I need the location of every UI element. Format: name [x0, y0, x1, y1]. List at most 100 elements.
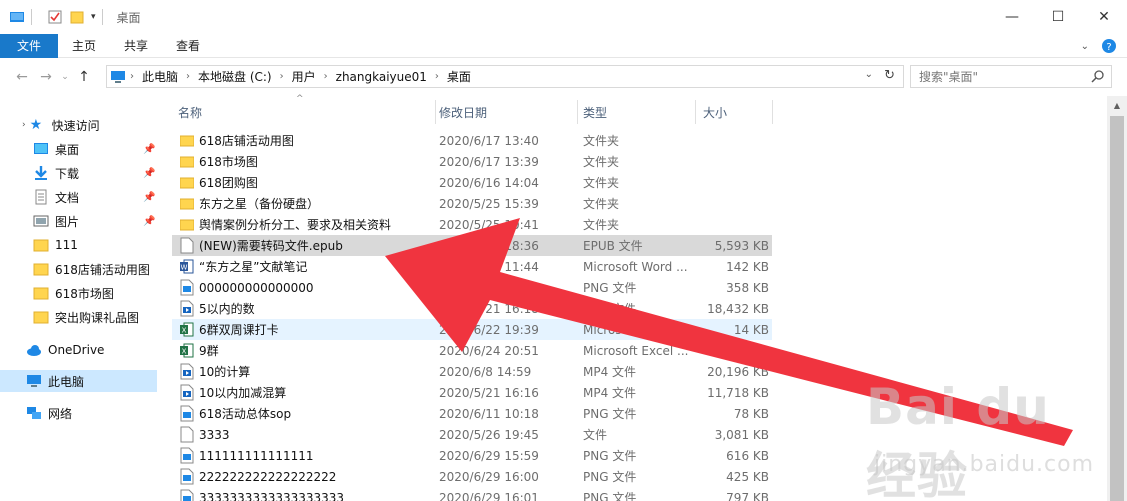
breadcrumb-desktop[interactable]: 桌面: [447, 68, 471, 85]
pin-icon[interactable]: 📌: [143, 216, 155, 227]
close-button[interactable]: ✕: [1081, 0, 1127, 34]
table-row[interactable]: 10的计算 2020/6/8 14:59 MP4 文件 20,196 KB: [172, 361, 772, 382]
breadcrumb-local-disk[interactable]: 本地磁盘 (C:): [198, 68, 272, 85]
nav-item-downloads[interactable]: 下载 📌: [33, 162, 155, 184]
file-name: 9群: [199, 344, 219, 358]
column-divider[interactable]: [577, 100, 578, 124]
scroll-up-icon[interactable]: ▲: [1107, 96, 1127, 114]
address-bar[interactable]: › 此电脑 › 本地磁盘 (C:) › 用户 › zhangkaiyue01 ›…: [106, 65, 904, 88]
up-icon[interactable]: ↑: [72, 69, 96, 85]
table-row[interactable]: 111111111111111 2020/6/29 15:59 PNG 文件 616 …: [172, 445, 772, 466]
scrollbar-thumb[interactable]: [1110, 116, 1124, 501]
nav-item-desktop[interactable]: 桌面 📌: [33, 138, 155, 160]
expand-chevron-icon[interactable]: ›: [22, 120, 26, 130]
file-type: Microsoft Excel ...: [583, 343, 689, 358]
tab-share[interactable]: 共享: [110, 34, 162, 58]
table-row[interactable]: 3333 2020/5/26 19:45 文件 3,081 KB: [172, 424, 772, 445]
search-icon[interactable]: [1091, 69, 1105, 83]
file-name: 6群双周课打卡: [199, 323, 279, 337]
pin-icon[interactable]: 📌: [143, 144, 155, 155]
breadcrumb-chevron-icon[interactable]: ›: [280, 71, 284, 82]
column-header-size[interactable]: 大小: [703, 96, 727, 128]
table-row[interactable]: 东方之星（备份硬盘） 2020/5/25 15:39 文件夹: [172, 193, 772, 214]
nav-onedrive-label: OneDrive: [48, 343, 105, 357]
nav-onedrive[interactable]: OneDrive: [22, 339, 104, 361]
folder-icon: [179, 153, 195, 170]
search-input[interactable]: 搜索"桌面": [910, 65, 1112, 88]
title-bar: ▾ 桌面 — ☐ ✕: [0, 0, 1127, 34]
tab-home[interactable]: 主页: [58, 34, 110, 58]
watermark-text: Bai du 经验: [866, 378, 1050, 501]
table-row[interactable]: 舆情案例分析分工、要求及相关资料 2020/5/25 10:41 文件夹: [172, 214, 772, 235]
table-row[interactable]: 618市场图 2020/6/17 13:39 文件夹: [172, 151, 772, 172]
image-file-icon: [180, 405, 194, 422]
expand-ribbon-icon[interactable]: ⌄: [1081, 41, 1089, 52]
breadcrumb-chevron-icon[interactable]: ›: [435, 71, 439, 82]
nav-item-folder-618-market[interactable]: 618市场图: [33, 282, 114, 304]
file-type: 文件夹: [583, 155, 620, 169]
nav-item-folder-111[interactable]: 111: [33, 234, 78, 256]
customize-quick-access-icon[interactable]: ▾: [91, 12, 96, 22]
recent-locations-icon[interactable]: ⌄: [58, 72, 72, 82]
tab-view[interactable]: 查看: [162, 34, 214, 58]
pin-icon[interactable]: 📌: [143, 168, 155, 179]
network-icon: [27, 407, 41, 419]
table-row[interactable]: W “东方之星”文献笔记 2020/5/25 11:44 Microsoft Word…: [172, 256, 772, 277]
properties-icon[interactable]: [47, 9, 63, 25]
back-icon[interactable]: ←: [10, 69, 34, 85]
new-folder-icon[interactable]: [69, 9, 85, 25]
minimize-button[interactable]: —: [989, 0, 1035, 34]
breadcrumb-chevron-icon[interactable]: ›: [130, 71, 134, 82]
table-row[interactable]: 618团购图 2020/6/16 14:04 文件夹: [172, 172, 772, 193]
nav-this-pc[interactable]: 此电脑: [0, 370, 157, 392]
breadcrumb-this-pc[interactable]: 此电脑: [142, 68, 178, 85]
column-divider[interactable]: [435, 100, 436, 124]
table-row[interactable]: 000000000000000 2020/6/29 16:01 PNG 文件 358 …: [172, 277, 772, 298]
nav-network[interactable]: 网络: [22, 402, 72, 424]
nav-item-folder-gifts[interactable]: 突出购课礼品图: [33, 306, 139, 328]
pictures-icon: [33, 215, 49, 227]
svg-text:X: X: [182, 327, 187, 335]
table-row[interactable]: 3333333333333333333 2020/6/29 16:01 PNG 文件…: [172, 487, 772, 501]
table-row[interactable]: 10以内加减混算 2020/5/21 16:16 MP4 文件 11,718 KB: [172, 382, 772, 403]
table-row[interactable]: 618店铺活动用图 2020/6/17 13:40 文件夹: [172, 130, 772, 151]
nav-item-label: 111: [55, 238, 78, 252]
file-size: 5,593 KB: [714, 238, 769, 253]
file-name: 舆情案例分析分工、要求及相关资料: [199, 218, 392, 232]
table-row[interactable]: X 6群双周课打卡 2020/6/22 19:39 Microsoft Excel .…: [172, 319, 772, 340]
maximize-button[interactable]: ☐: [1035, 0, 1081, 34]
breadcrumb-chevron-icon[interactable]: ›: [324, 71, 328, 82]
file-date: 2020/5/26 19:45: [439, 427, 539, 442]
vertical-scrollbar[interactable]: ▲: [1107, 96, 1127, 501]
nav-item-label: 突出购课礼品图: [55, 310, 140, 325]
table-row[interactable]: (NEW)需要转码文件.epub 2020/5/29 18:36 EPUB 文件 5,…: [172, 235, 772, 256]
table-row[interactable]: 222222222222222222 2020/6/29 16:00 PNG 文件 4…: [172, 466, 772, 487]
help-icon[interactable]: ?: [1101, 38, 1117, 54]
refresh-icon[interactable]: ↻: [884, 68, 895, 83]
breadcrumb-users[interactable]: 用户: [292, 68, 316, 85]
nav-quick-access[interactable]: › ★ 快速访问: [22, 114, 100, 136]
table-row[interactable]: 5以内的数 2020/5/21 16:18 MP4 文件 18,432 KB: [172, 298, 772, 319]
table-row[interactable]: X 9群 2020/6/24 20:51 Microsoft Excel ...: [172, 340, 772, 361]
folder-icon: [179, 195, 195, 212]
video-file-icon: [180, 384, 194, 401]
image-file-icon: [180, 468, 194, 485]
breadcrumb-chevron-icon[interactable]: ›: [186, 71, 190, 82]
column-header-date[interactable]: 修改日期: [439, 96, 487, 128]
tab-file[interactable]: 文件: [0, 33, 58, 58]
this-pc-icon: [111, 70, 125, 83]
nav-item-label: 文档: [55, 190, 80, 205]
nav-item-folder-618-store[interactable]: 618店铺活动用图: [33, 258, 150, 280]
pin-icon[interactable]: 📌: [143, 192, 155, 203]
file-type: 文件夹: [583, 218, 620, 232]
column-divider[interactable]: [772, 100, 773, 124]
forward-icon[interactable]: →: [34, 69, 58, 85]
column-header-type[interactable]: 类型: [583, 96, 607, 128]
breadcrumb-user-folder[interactable]: zhangkaiyue01: [336, 70, 427, 84]
nav-item-documents[interactable]: 文档 📌: [33, 186, 155, 208]
nav-item-pictures[interactable]: 图片 📌: [33, 210, 155, 232]
table-row[interactable]: 618活动总体sop 2020/6/11 10:18 PNG 文件 78 KB: [172, 403, 772, 424]
column-divider[interactable]: [695, 100, 696, 124]
address-dropdown-icon[interactable]: ⌄: [865, 69, 873, 80]
column-header-name[interactable]: 名称: [178, 96, 202, 128]
